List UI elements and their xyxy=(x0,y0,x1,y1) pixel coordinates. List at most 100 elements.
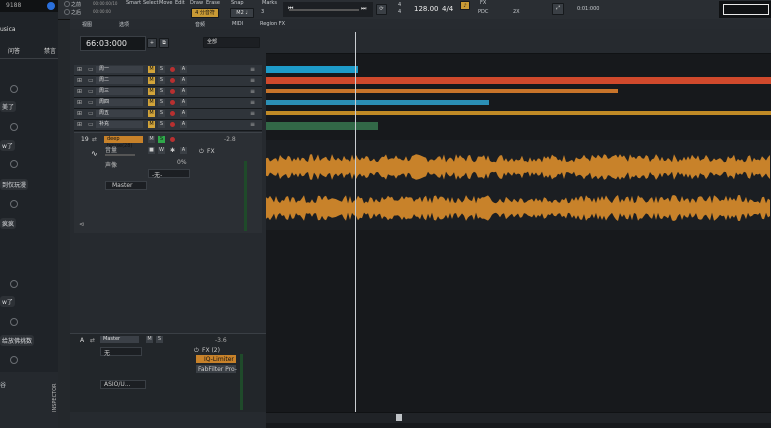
track-name[interactable]: 周二 xyxy=(96,77,143,84)
output-dropdown[interactable]: Master xyxy=(105,181,147,190)
radio-before[interactable] xyxy=(64,1,70,7)
record-button[interactable] xyxy=(170,111,175,116)
record-button[interactable] xyxy=(170,78,175,83)
automation-button[interactable]: A xyxy=(180,110,187,117)
solo-button[interactable]: S xyxy=(158,99,165,106)
record-button[interactable] xyxy=(170,67,175,72)
region-clip[interactable] xyxy=(266,77,771,84)
automation-button[interactable]: A xyxy=(180,77,187,84)
track-row[interactable]: ⊞ ▭ 周一 M S A ≡ xyxy=(74,65,262,76)
mute-button[interactable]: M xyxy=(148,99,155,106)
mute-button[interactable]: M xyxy=(148,77,155,84)
master-label[interactable]: Master xyxy=(100,336,139,343)
menu-icon[interactable]: ≡ xyxy=(250,88,255,95)
menu-view[interactable]: 视图 xyxy=(82,21,92,28)
track-row[interactable]: ⊞ ▭ 补充 M S A ≡ xyxy=(74,120,262,131)
remove-icon[interactable] xyxy=(10,280,18,288)
solo-button[interactable]: S xyxy=(158,110,165,117)
mute-button[interactable]: M xyxy=(146,336,153,343)
loop-button[interactable]: ⟳ xyxy=(376,4,387,15)
rewind-icon[interactable]: ⏮ xyxy=(288,5,293,13)
menu-icon[interactable]: ≡ xyxy=(250,66,255,73)
solo-button[interactable]: S xyxy=(158,136,165,143)
track-name[interactable]: 周一 xyxy=(96,66,143,73)
menu-audio[interactable]: 音频 xyxy=(195,21,205,28)
tool-select[interactable]: Select xyxy=(143,0,158,6)
automation-button[interactable]: A xyxy=(180,99,187,106)
solo-button[interactable]: S xyxy=(158,77,165,84)
timeline-ruler[interactable] xyxy=(266,29,771,54)
menu-options[interactable]: 选项 xyxy=(119,21,129,28)
record-button[interactable] xyxy=(170,137,175,142)
snap-dropdown[interactable]: 4 分音符 xyxy=(191,8,219,18)
solo-button[interactable]: S xyxy=(158,121,165,128)
mute-button[interactable]: M xyxy=(148,110,155,117)
input-echo-button[interactable]: ■ xyxy=(148,147,155,154)
track-name[interactable]: 补充 xyxy=(96,121,143,128)
record-button[interactable] xyxy=(170,122,175,127)
bpm-display[interactable]: 128.00 xyxy=(414,5,439,13)
freeze-icon[interactable]: ✱ xyxy=(170,147,175,154)
region-clip[interactable] xyxy=(266,111,771,115)
selected-track[interactable]: 19 ⇄ deep house(28) M S -2.8 ∿ 音量 ■ W ✱ … xyxy=(74,132,262,233)
fx-power-icon[interactable]: ⏻ xyxy=(199,148,204,156)
region-clip[interactable] xyxy=(266,89,618,93)
menu-midi[interactable]: MIDI xyxy=(232,21,243,27)
tool-erase[interactable]: Erase xyxy=(206,0,220,6)
track-name[interactable]: 周五 xyxy=(96,110,143,117)
duplicate-icon[interactable]: ⧉ xyxy=(159,38,169,48)
tool-move[interactable]: Move xyxy=(159,0,172,6)
master-output-dropdown[interactable]: ASIO/U... xyxy=(100,380,146,389)
mute-button[interactable]: M xyxy=(148,88,155,95)
position-slider[interactable] xyxy=(289,9,359,11)
record-button[interactable] xyxy=(170,89,175,94)
tool-edit[interactable]: Edit xyxy=(175,0,185,6)
solo-button[interactable]: S xyxy=(156,336,163,343)
plugin-slot[interactable]: IQ-Limiter xyxy=(196,355,236,363)
master-input-dropdown[interactable]: 无 xyxy=(100,347,142,357)
menu-icon[interactable]: ≡ xyxy=(250,99,255,106)
remove-icon[interactable] xyxy=(10,85,18,93)
region-clip[interactable] xyxy=(266,66,358,73)
tab-mute[interactable]: 禁言 xyxy=(44,46,56,55)
remove-icon[interactable] xyxy=(10,160,18,168)
track-name[interactable]: 周四 xyxy=(96,99,143,106)
fx-label[interactable]: FX xyxy=(207,148,215,155)
fx-power-icon[interactable]: ⏻ xyxy=(194,347,199,355)
expand-icon[interactable]: ⊞ xyxy=(77,66,82,73)
plugin-slot[interactable]: FabFilter Pro- xyxy=(196,365,237,373)
menu-region-fx[interactable]: Region FX xyxy=(260,21,285,27)
automation-button[interactable]: A xyxy=(180,66,187,73)
fx-label[interactable]: FX xyxy=(480,0,486,6)
remove-icon[interactable] xyxy=(10,123,18,131)
track-row[interactable]: ⊞ ▭ 周五 M S A ≡ xyxy=(74,109,262,120)
send-dropdown[interactable]: -无- xyxy=(148,169,190,179)
solo-button[interactable]: S xyxy=(158,88,165,95)
expand-icon[interactable]: ⊞ xyxy=(77,99,82,106)
expand-icon[interactable]: ⊞ xyxy=(77,121,82,128)
write-button[interactable]: W xyxy=(158,147,165,154)
meter-display[interactable]: 4/4 xyxy=(442,5,453,13)
time-display[interactable]: 66:03:000 xyxy=(80,36,146,51)
region-clip[interactable] xyxy=(266,122,378,130)
remove-icon[interactable] xyxy=(10,356,18,364)
radio-after[interactable] xyxy=(64,9,70,15)
automation-button[interactable]: A xyxy=(180,121,187,128)
grid-dropdown[interactable]: M2 ♩ xyxy=(230,8,254,18)
mute-button[interactable]: M xyxy=(148,66,155,73)
remove-icon[interactable] xyxy=(10,318,18,326)
forward-icon[interactable]: ⏭ xyxy=(361,5,366,13)
expand-icon[interactable]: ⊲ xyxy=(79,221,84,228)
track-row[interactable]: ⊞ ▭ 周二 M S A ≡ xyxy=(74,76,262,87)
menu-icon[interactable]: ≡ xyxy=(250,121,255,128)
solo-button[interactable]: S xyxy=(158,66,165,73)
waveform-clip[interactable] xyxy=(266,140,771,230)
expand-icon[interactable]: ⊞ xyxy=(77,88,82,95)
expand-icon[interactable]: ⊞ xyxy=(77,110,82,117)
menu-icon[interactable]: ≡ xyxy=(250,110,255,117)
read-button[interactable]: A xyxy=(180,147,187,154)
track-row[interactable]: ⊞ ▭ 周三 M S A ≡ xyxy=(74,87,262,98)
rate-label[interactable]: 2X xyxy=(513,9,520,15)
remove-icon[interactable] xyxy=(10,200,18,208)
scroll-thumb[interactable] xyxy=(396,414,402,421)
